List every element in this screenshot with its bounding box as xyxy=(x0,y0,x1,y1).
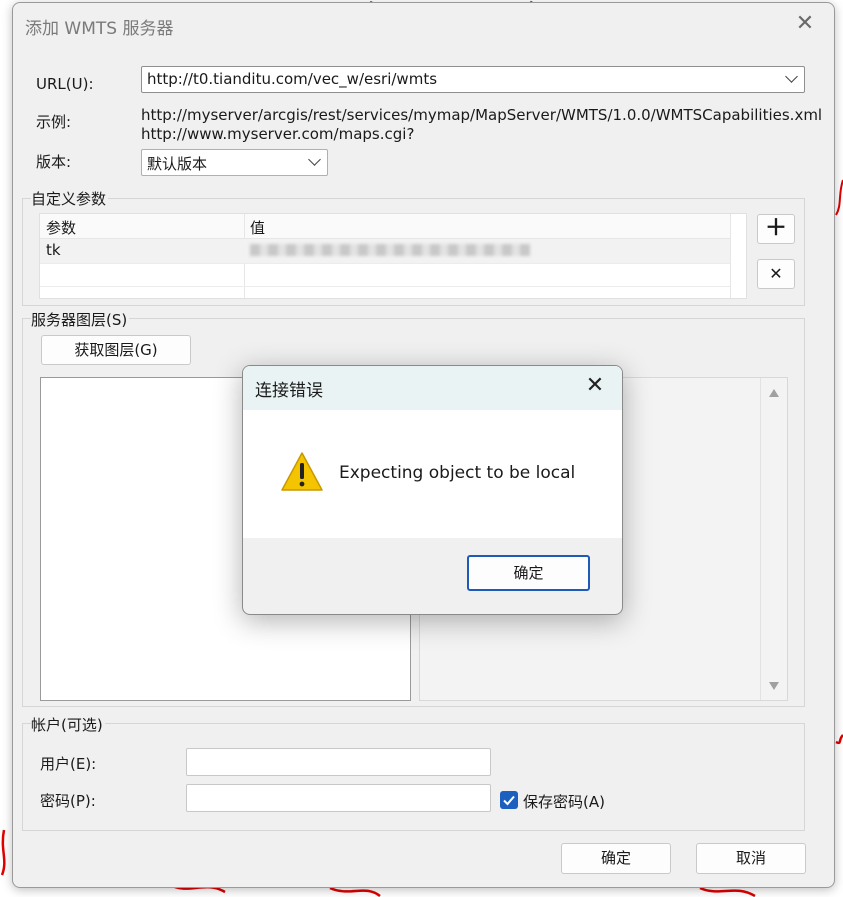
ok-button[interactable]: 确定 xyxy=(561,843,671,874)
close-icon[interactable]: ✕ xyxy=(582,373,608,399)
custom-params-title: 自定义参数 xyxy=(31,188,109,209)
params-table: 参数 值 tk xyxy=(39,213,747,300)
error-message: Expecting object to be local xyxy=(339,463,576,483)
remove-param-button[interactable]: ✕ xyxy=(757,259,795,289)
chevron-down-icon[interactable] xyxy=(785,70,798,83)
params-table-header xyxy=(40,214,730,239)
save-password-label[interactable]: 保存密码(A) xyxy=(523,791,605,812)
scroll-up-icon[interactable] xyxy=(769,389,779,397)
url-value: http://t0.tianditu.com/vec_w/esri/wmts xyxy=(147,70,438,88)
password-label: 密码(P): xyxy=(40,792,96,810)
version-select[interactable]: 默认版本 xyxy=(141,149,328,176)
error-ok-button[interactable]: 确定 xyxy=(467,555,590,591)
account-title: 帐户(可选) xyxy=(31,714,105,735)
version-label: 版本: xyxy=(36,153,72,171)
example-line-2: http://www.myserver.com/maps.cgi? xyxy=(141,125,415,143)
get-layers-button[interactable]: 获取图层(G) xyxy=(41,335,191,365)
checkmark-icon xyxy=(503,795,515,806)
close-icon[interactable]: ✕ xyxy=(792,11,818,37)
col-param-header: 参数 xyxy=(46,219,77,237)
connection-error-dialog: 连接错误 ✕ Expecting object to be local 确定 xyxy=(242,365,623,615)
url-combobox[interactable]: http://t0.tianditu.com/vec_w/esri/wmts xyxy=(141,66,805,93)
account-group xyxy=(22,723,805,831)
warning-icon xyxy=(281,452,323,491)
url-label: URL(U): xyxy=(36,75,94,93)
vertical-scrollbar[interactable] xyxy=(760,378,787,700)
user-label: 用户(E): xyxy=(40,755,97,773)
example-line-1: http://myserver/arcgis/rest/services/mym… xyxy=(141,106,823,124)
error-dialog-title: 连接错误 xyxy=(255,381,323,401)
version-value: 默认版本 xyxy=(147,155,208,173)
scroll-down-icon[interactable] xyxy=(769,682,779,690)
save-password-checkbox[interactable] xyxy=(500,791,518,809)
param-name-cell[interactable]: tk xyxy=(46,241,61,259)
server-layers-title: 服务器图层(S) xyxy=(31,309,130,330)
password-input[interactable] xyxy=(186,784,491,812)
user-input[interactable] xyxy=(186,748,491,776)
param-value-cell-redacted[interactable] xyxy=(250,244,530,256)
cancel-button[interactable]: 取消 xyxy=(696,843,806,874)
col-value-header: 值 xyxy=(250,219,266,237)
chevron-down-icon[interactable] xyxy=(308,153,321,166)
dialog-title: 添加 WMTS 服务器 xyxy=(25,19,174,39)
add-param-button[interactable]: ＋ xyxy=(757,214,795,244)
example-label: 示例: xyxy=(36,113,72,131)
